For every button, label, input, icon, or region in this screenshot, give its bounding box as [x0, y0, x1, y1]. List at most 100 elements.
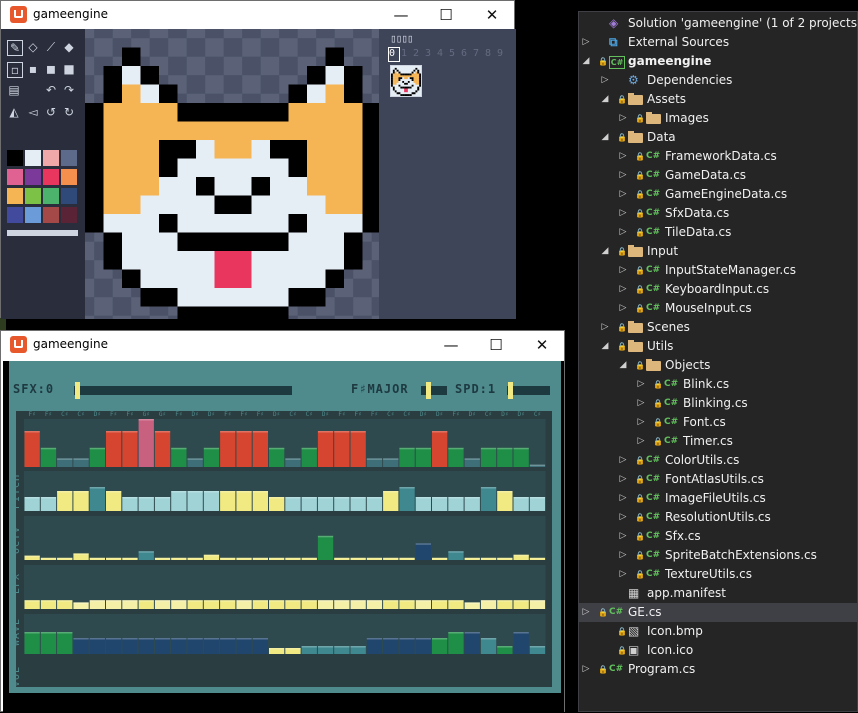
sprite-slot[interactable]: 0	[388, 47, 400, 62]
expander-icon[interactable]: ▷	[618, 565, 628, 584]
tree-item[interactable]: ▷ 🔒 C# MouseInput.cs	[579, 299, 857, 318]
expander-icon[interactable]: ◢	[600, 242, 610, 261]
expander-icon[interactable]: ▷	[581, 603, 591, 622]
close-button[interactable]: ✕	[519, 331, 565, 359]
tree-item[interactable]: ▷ 🔒 C# Program.cs	[579, 660, 857, 679]
fill-bucket-tool-icon[interactable]: ◆	[62, 40, 76, 54]
tree-item[interactable]: ◢ 🔒 Input	[579, 242, 857, 261]
sprite-slot[interactable]: 2	[413, 48, 423, 61]
tree-item[interactable]: ▦ app.manifest	[579, 584, 857, 603]
expander-icon[interactable]: ▷	[636, 432, 646, 451]
tree-item[interactable]: ▷ 🔒 C# Font.cs	[579, 413, 857, 432]
minimize-button[interactable]: —	[428, 331, 474, 359]
close-button[interactable]: ✕	[469, 1, 515, 29]
sprite-slot[interactable]: 3	[425, 48, 435, 61]
tree-item[interactable]: ▷ 🔒 C# TextureUtils.cs	[579, 565, 857, 584]
expander-icon[interactable]: ◢	[600, 128, 610, 147]
expander-icon[interactable]: ▷	[618, 451, 628, 470]
palette-swatch[interactable]	[43, 188, 59, 204]
expander-icon[interactable]: ▷	[600, 318, 610, 337]
sfx-bars[interactable]: F♯ F♯ C♯ C♯ D♯ F♯ F♯ G♯ G♯ F♯ D♯ D♯ F♯ F♯ F♯ D♯ C♯ C♯ D♯ F♯…	[9, 361, 561, 693]
sprite-slot[interactable]: 8	[485, 48, 495, 61]
flip-horizontal-icon[interactable]: ◭	[7, 105, 21, 119]
palette-swatch[interactable]	[25, 150, 41, 166]
expander-icon[interactable]: ▷	[581, 660, 591, 679]
tree-item[interactable]: ▷ 🔒 C# ResolutionUtils.cs	[579, 508, 857, 527]
tree-item[interactable]: ▷ 🔒 C# TileData.cs	[579, 223, 857, 242]
expander-icon[interactable]: ▷	[618, 261, 628, 280]
tree-item[interactable]: ▷ ⧉ External Sources	[579, 33, 857, 52]
rotate-left-icon[interactable]: ↺	[44, 105, 58, 119]
palette-swatch[interactable]	[43, 150, 59, 166]
sprite-slot[interactable]: 4	[437, 48, 447, 61]
sprite-pixels[interactable]	[85, 29, 379, 319]
flip-vertical-icon[interactable]: ◅	[26, 105, 40, 119]
tree-item[interactable]: ▷ 🔒 Scenes	[579, 318, 857, 337]
tree-item[interactable]: ▷ 🔒 C# SpriteBatchExtensions.cs	[579, 546, 857, 565]
expander-icon[interactable]: ▷	[618, 280, 628, 299]
palette-swatch[interactable]	[7, 169, 23, 185]
expander-icon[interactable]: ◢	[581, 52, 591, 71]
tree-item[interactable]: 🔒 ▣ Icon.ico	[579, 641, 857, 660]
tree-item[interactable]: ▷ 🔒 C# ImageFileUtils.cs	[579, 489, 857, 508]
eraser-tool-icon[interactable]: ◇	[26, 40, 40, 54]
tree-item[interactable]: ◈ Solution 'gameengine' (1 of 2 projects)	[579, 14, 857, 33]
tree-item[interactable]: ◢ 🔒 C# gameengine	[579, 52, 857, 71]
palette-swatch[interactable]	[61, 169, 77, 185]
sprite-slot[interactable]: 5	[449, 48, 459, 61]
pencil-tool-icon[interactable]: ✎	[7, 40, 23, 56]
palette-swatch[interactable]	[61, 188, 77, 204]
titlebar[interactable]: gameengine — ☐ ✕	[1, 1, 514, 29]
tree-item[interactable]: ▷ 🔒 C# GameData.cs	[579, 166, 857, 185]
sprite-slot[interactable]: 6	[461, 48, 471, 61]
tree-item[interactable]: ▷ 🔒 C# Blinking.cs	[579, 394, 857, 413]
maximize-button[interactable]: ☐	[423, 1, 469, 29]
palette-swatch[interactable]	[7, 150, 23, 166]
expander-icon[interactable]: ▷	[618, 299, 628, 318]
tree-item[interactable]: ◢ 🔒 Assets	[579, 90, 857, 109]
brush-size-1-icon[interactable]: ▫	[7, 62, 23, 78]
color-slider[interactable]	[7, 230, 78, 236]
expander-icon[interactable]: ▷	[618, 166, 628, 185]
tree-item[interactable]: ▷ 🔒 C# KeyboardInput.cs	[579, 280, 857, 299]
expander-icon[interactable]: ▷	[618, 508, 628, 527]
expander-icon[interactable]: ▷	[618, 109, 628, 128]
tree-item[interactable]: ▷ 🔒 C# InputStateManager.cs	[579, 261, 857, 280]
palette-swatch[interactable]	[7, 207, 23, 223]
sprite-slot[interactable]: 1	[401, 48, 411, 61]
sprite-slot[interactable]: 7	[473, 48, 483, 61]
palette-swatch[interactable]	[43, 169, 59, 185]
line-tool-icon[interactable]: ⟋	[44, 40, 58, 54]
expander-icon[interactable]: ▷	[600, 71, 610, 90]
expander-icon[interactable]: ▷	[618, 185, 628, 204]
palette-swatch[interactable]	[25, 207, 41, 223]
palette-swatch[interactable]	[25, 169, 41, 185]
brush-size-2-icon[interactable]: ▪	[26, 62, 40, 76]
tree-item[interactable]: ▷ 🔒 C# SfxData.cs	[579, 204, 857, 223]
tree-item[interactable]: ▷ 🔒 C# Timer.cs	[579, 432, 857, 451]
tree-item[interactable]: ▷ 🔒 C# FontAtlasUtils.cs	[579, 470, 857, 489]
expander-icon[interactable]: ▷	[636, 413, 646, 432]
minimize-button[interactable]: —	[378, 1, 424, 29]
expander-icon[interactable]: ▷	[618, 204, 628, 223]
expander-icon[interactable]: ▷	[618, 470, 628, 489]
tree-item[interactable]: 🔒 ▧ Icon.bmp	[579, 622, 857, 641]
expander-icon[interactable]: ◢	[600, 90, 610, 109]
expander-icon[interactable]: ◢	[600, 337, 610, 356]
brush-size-3-icon[interactable]: ◼	[44, 62, 58, 76]
tree-item[interactable]: ◢ 🔒 Utils	[579, 337, 857, 356]
brush-size-4-icon[interactable]: ■	[62, 62, 76, 76]
palette-swatch[interactable]	[25, 188, 41, 204]
rotate-right-icon[interactable]: ↻	[62, 105, 76, 119]
tree-item[interactable]: ▷ 🔒 C# Blink.cs	[579, 375, 857, 394]
tree-item[interactable]: ◢ 🔒 Data	[579, 128, 857, 147]
expander-icon[interactable]: ▷	[636, 375, 646, 394]
expander-icon[interactable]: ▷	[618, 223, 628, 242]
expander-icon[interactable]: ▷	[618, 489, 628, 508]
expander-icon[interactable]: ▷	[581, 33, 591, 52]
tree-item[interactable]: ▷ ⚙ Dependencies	[579, 71, 857, 90]
expander-icon[interactable]: ◢	[618, 356, 628, 375]
tree-item[interactable]: ▷ 🔒 Images	[579, 109, 857, 128]
tree-item[interactable]: ▷ 🔒 C# GameEngineData.cs	[579, 185, 857, 204]
expander-icon[interactable]: ▷	[618, 527, 628, 546]
